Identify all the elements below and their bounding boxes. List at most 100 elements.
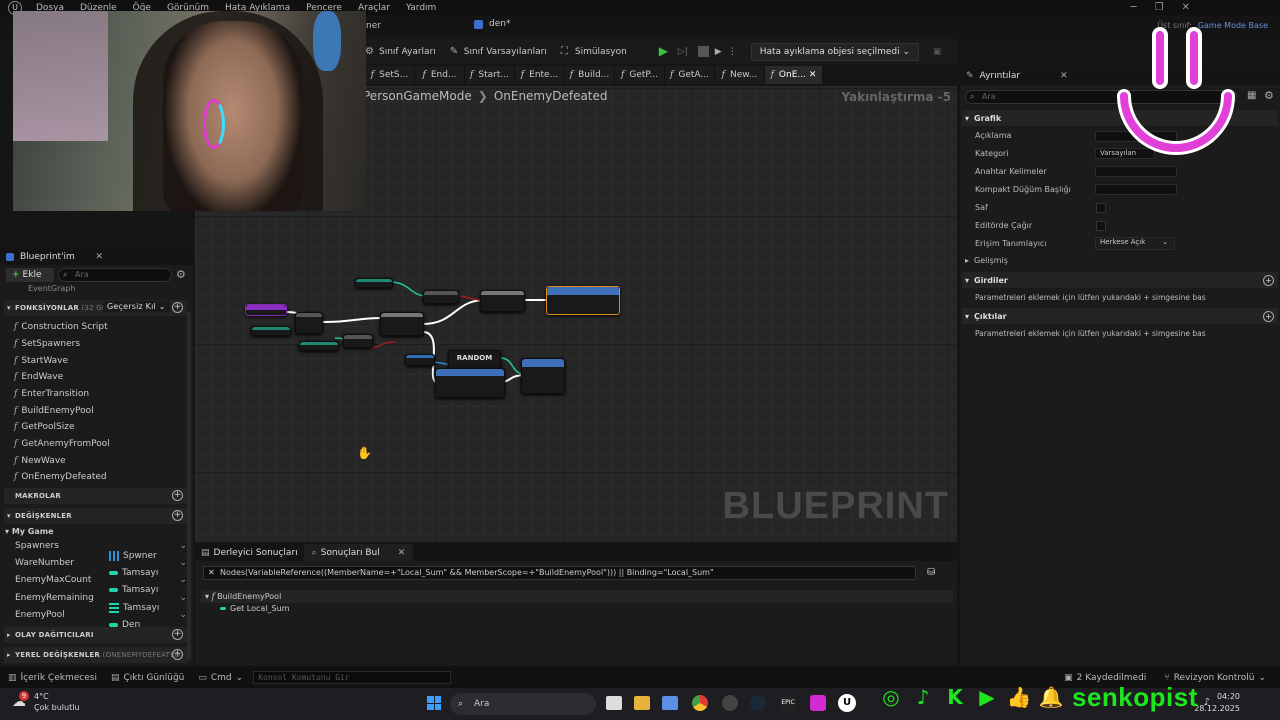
variable-item[interactable]: WareNumber Tamsayı ⌄: [15, 558, 187, 578]
doc-tab-blueprint[interactable]: den*: [474, 19, 510, 29]
store-icon[interactable]: [662, 696, 678, 710]
chevron-down-icon[interactable]: ⌄: [179, 593, 187, 603]
variable-item[interactable]: EnemyMaxCount Tamsayı ⌄: [15, 575, 187, 595]
functions-section[interactable]: ▾ FONKSİYONLAR (32 GEÇE Geçersiz Kıl ⌄ +: [4, 300, 187, 316]
function-tab[interactable]: f GetP...: [615, 66, 665, 84]
volume-icon[interactable]: ♪: [1204, 697, 1210, 708]
advanced-section[interactable]: ▸ Gelişmiş: [962, 256, 1278, 270]
function-tab-active[interactable]: f OnE... ✕: [765, 66, 823, 84]
local-variables-section[interactable]: ▸ YEREL DEĞİŞKENLER (ONENEMYDEFEATED) +: [4, 647, 187, 663]
function-item[interactable]: f GetPoolSize: [14, 422, 74, 432]
add-button[interactable]: + Ekle: [6, 268, 54, 282]
get-enemy-from-pool-node[interactable]: [435, 368, 505, 398]
compiler-results-tab[interactable]: ▤ Derleyici Sonuçları: [195, 544, 304, 561]
add-macro-icon[interactable]: +: [172, 490, 183, 501]
unreal-engine-icon[interactable]: U: [838, 694, 856, 712]
clock-date[interactable]: 28.12.2025: [1194, 704, 1240, 713]
find-in-level-icon[interactable]: ▣: [933, 47, 942, 57]
get-enemy-remaining-node[interactable]: [251, 326, 291, 336]
function-item[interactable]: f EnterTransition: [14, 389, 89, 399]
github-desktop-icon[interactable]: [722, 695, 738, 711]
class-defaults-button[interactable]: ✎ Sınıf Varsayılanları: [450, 46, 547, 57]
macros-section[interactable]: MAKROLAR +: [4, 488, 187, 504]
function-tab[interactable]: f GetA...: [665, 66, 715, 84]
variable-item[interactable]: EnemyRemaining Tamsayı ⌄: [15, 593, 187, 613]
close-icon[interactable]: ✕: [398, 548, 406, 558]
function-item[interactable]: f SetSpawners: [14, 339, 80, 349]
event-graph-item[interactable]: EventGraph: [28, 284, 75, 293]
function-item[interactable]: f GetAnemyFromPool: [14, 439, 110, 449]
function-tab[interactable]: f End...: [415, 66, 465, 84]
variables-section[interactable]: ▾ DEĞİŞKENLER +: [4, 508, 187, 524]
function-tab[interactable]: f Ente...: [515, 66, 565, 84]
function-item[interactable]: f NewWave: [14, 456, 66, 466]
close-icon[interactable]: ✕: [1182, 2, 1190, 13]
outputs-section[interactable]: ▾ Çıktılar +: [962, 308, 1278, 324]
eject-icon[interactable]: ▶: [715, 47, 722, 57]
app-icon[interactable]: [810, 695, 826, 711]
function-tab[interactable]: f Build...: [565, 66, 615, 84]
inputs-section[interactable]: ▾ Girdiler +: [962, 272, 1278, 288]
chevron-down-icon[interactable]: ⌄: [179, 558, 187, 568]
get-enemy-remaining-node[interactable]: [355, 278, 393, 288]
chevron-down-icon[interactable]: ⌄: [179, 541, 187, 551]
decrement-node[interactable]: [295, 312, 323, 334]
add-dispatcher-icon[interactable]: +: [172, 629, 183, 640]
add-function-icon[interactable]: +: [172, 302, 183, 313]
maximize-icon[interactable]: ❐: [1155, 2, 1164, 13]
my-game-category[interactable]: ▾ My Game: [5, 527, 54, 536]
compact-title-field[interactable]: [1095, 184, 1177, 195]
doc-tab-partial[interactable]: ner: [366, 21, 381, 31]
weather-desc[interactable]: Çok bulutlu: [34, 703, 80, 712]
more-options-icon[interactable]: ⋮: [728, 47, 737, 57]
chevron-down-icon[interactable]: ⌄: [179, 610, 187, 620]
function-item[interactable]: f EndWave: [14, 372, 63, 382]
cmd-dropdown[interactable]: ▭ Cmd ⌄: [198, 673, 243, 683]
content-drawer-button[interactable]: ▥ İçerik Çekmecesi: [8, 673, 97, 683]
scrollbar-track[interactable]: [187, 312, 191, 660]
console-input[interactable]: Konsol Komutunu Gir: [253, 671, 452, 684]
menu-help[interactable]: Yardım: [406, 3, 436, 13]
compare-node[interactable]: [343, 334, 373, 348]
clear-icon[interactable]: ✕: [208, 567, 215, 579]
windows-start-icon[interactable]: [427, 696, 441, 710]
play-icon[interactable]: ▶: [659, 45, 672, 58]
access-specifier-dropdown[interactable]: Herkese Açık ⌄: [1095, 237, 1175, 250]
minimize-icon[interactable]: ─: [1131, 2, 1137, 13]
function-item[interactable]: f BuildEnemyPool: [14, 406, 94, 416]
steam-icon[interactable]: [750, 695, 766, 711]
function-tab[interactable]: f New...: [715, 66, 765, 84]
settings-gear-icon[interactable]: ⚙: [176, 268, 186, 281]
branch-node[interactable]: [380, 312, 424, 336]
output-log-button[interactable]: ▤ Çıktı Günlüğü: [111, 673, 184, 683]
add-variable-icon[interactable]: +: [172, 510, 183, 521]
function-item[interactable]: f StartWave: [14, 356, 68, 366]
chevron-down-icon[interactable]: ⌄: [179, 575, 187, 585]
stop-icon[interactable]: [697, 46, 709, 57]
close-icon[interactable]: ✕: [1060, 71, 1068, 81]
add-input-icon[interactable]: +: [1263, 274, 1274, 286]
pure-checkbox[interactable]: [1096, 203, 1106, 213]
get-enemy-max-count-node[interactable]: [299, 341, 339, 351]
enter-transition-node[interactable]: [546, 286, 620, 315]
settings-gear-icon[interactable]: ⚙: [1264, 89, 1274, 102]
result-item-row[interactable]: Get Local_Sum: [220, 604, 289, 613]
close-icon[interactable]: ✕: [95, 252, 103, 262]
class-settings-button[interactable]: ⚙ Sınıf Ayarları: [365, 46, 436, 57]
compare-node[interactable]: [423, 290, 459, 304]
function-item[interactable]: f Construction Script: [14, 322, 108, 332]
keywords-field[interactable]: [1095, 166, 1177, 177]
binoculars-icon[interactable]: ⛁: [927, 567, 935, 578]
get-spawners-node[interactable]: [405, 354, 435, 366]
result-function-row[interactable]: ▾ f BuildEnemyPool: [201, 590, 953, 603]
chrome-icon[interactable]: [692, 695, 708, 711]
close-tab-icon[interactable]: ✕: [809, 70, 817, 80]
find-results-tab[interactable]: ⌕ Sonuçları Bul ✕: [303, 544, 414, 561]
clock-time[interactable]: 04:20: [1217, 692, 1240, 701]
epic-games-icon[interactable]: EPIC: [780, 695, 796, 711]
add-local-variable-icon[interactable]: +: [172, 649, 183, 660]
table-view-icon[interactable]: ▦: [1247, 90, 1256, 101]
function-entry-node[interactable]: [245, 304, 287, 316]
debug-object-dropdown[interactable]: Hata ayıklama objesi seçilmedi ⌄: [750, 42, 920, 61]
add-output-icon[interactable]: +: [1263, 310, 1274, 322]
